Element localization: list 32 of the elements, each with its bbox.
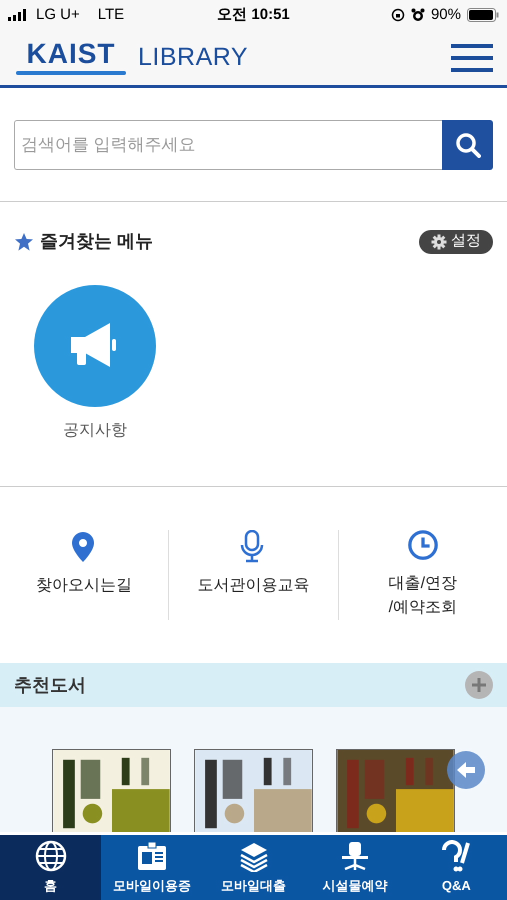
search-button[interactable] [442, 120, 493, 170]
quick-link[interactable]: 대출/연장 /예약조회 [388, 530, 458, 620]
recommended-title: 추천도서 [14, 674, 86, 696]
quick-link[interactable]: 도서관이용교육 [197, 530, 310, 620]
quick-link[interactable]: 찾아오시는길 [36, 530, 132, 620]
gear-icon [431, 234, 447, 250]
question-exclamation-icon [440, 840, 472, 872]
search-field[interactable]: 검색어를 입력해주세요 [14, 120, 442, 170]
alarm-icon [410, 8, 425, 22]
logo-text: KAIST [26, 40, 116, 68]
favorites-title: 즐겨찾는 메뉴 [40, 230, 154, 253]
star-icon [14, 232, 34, 252]
plus-icon[interactable] [465, 671, 493, 699]
carrier-label: LG U+ [36, 4, 80, 25]
favorite-menu-item[interactable]: 공지사항 [34, 285, 156, 443]
nav-tab[interactable]: 홈 [0, 835, 102, 900]
globe-icon [34, 840, 67, 872]
status-time: 오전 10:51 [216, 4, 291, 25]
logo-swoosh-icon [16, 71, 126, 75]
battery-icon [467, 8, 499, 22]
arrow-left-icon[interactable] [447, 751, 485, 789]
megaphone-icon [34, 285, 156, 407]
settings-button[interactable]: 설정 [419, 230, 493, 254]
menu-icon[interactable] [451, 42, 493, 72]
id-card-icon [136, 840, 168, 872]
network-label: LTE [98, 4, 124, 25]
battery-percent: 90% [430, 4, 461, 25]
kaist-logo[interactable]: KAIST [16, 40, 126, 75]
rotation-lock-icon [390, 8, 405, 22]
search-icon [454, 132, 480, 158]
library-title: LIBRARY [138, 42, 248, 73]
clock-icon [406, 530, 440, 562]
